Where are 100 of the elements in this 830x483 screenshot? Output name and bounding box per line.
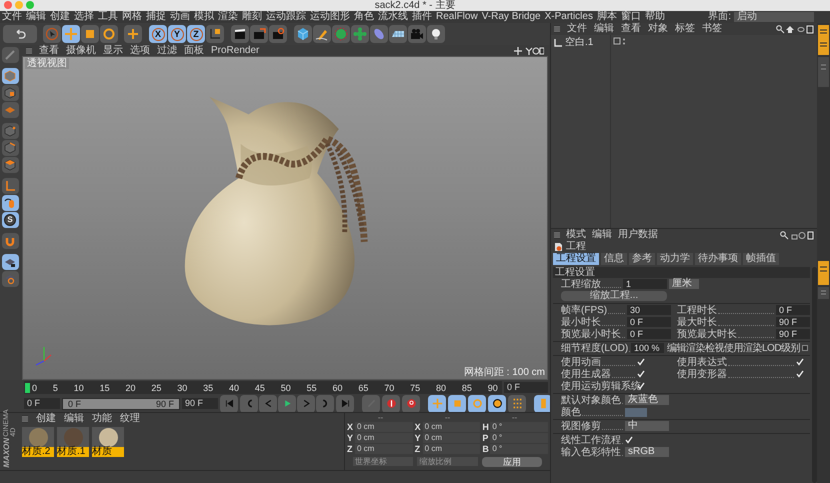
range-start-label: 0 F xyxy=(68,398,82,408)
coordinate-field[interactable]: 0 cm xyxy=(355,444,413,454)
timeline-tick-label: 75 xyxy=(410,382,420,392)
menu-item[interactable]: 模拟 xyxy=(194,11,214,23)
dropdown[interactable]: 中 xyxy=(625,421,669,431)
attribute-tab[interactable]: 动力学 xyxy=(657,253,693,265)
timeline-ruler[interactable]: 0 5 10 15 20 25 30 35 40 45 50 55 60 65 70 75 80 85 90 xyxy=(24,381,502,394)
attribute-tab[interactable]: 信息 xyxy=(601,253,627,265)
axis-label: Z xyxy=(347,444,354,454)
menu-item[interactable]: 文件 xyxy=(2,11,22,23)
dropdown[interactable]: 灰蓝色 xyxy=(625,395,669,405)
material-swatch[interactable]: 材质.1 xyxy=(57,427,89,457)
field-label: 视图修剪 xyxy=(561,420,601,432)
viewport-menu-item[interactable]: 显示 xyxy=(103,45,123,56)
field-label: 使用运动剪辑系统 xyxy=(561,380,641,392)
start-frame-field[interactable]: 0 F xyxy=(24,398,60,409)
timeline-tick-label: 25 xyxy=(151,382,162,392)
attribute-tab[interactable]: 帧插值 xyxy=(743,253,779,265)
menu-item[interactable]: 选择 xyxy=(74,11,94,23)
attribute-menu-item[interactable]: 模式 xyxy=(566,229,586,241)
attribute-menu-item[interactable]: 用户数据 xyxy=(618,229,658,241)
object-menu-item[interactable]: 查看 xyxy=(621,23,641,35)
menu-item[interactable]: X-Particles xyxy=(544,11,593,23)
end-frame-field[interactable]: 90 F xyxy=(182,398,218,409)
viewport-menu-item[interactable]: 摄像机 xyxy=(66,45,96,56)
material-name: 材质 xyxy=(92,447,124,457)
viewport-menu-item[interactable]: 选项 xyxy=(130,45,150,56)
coordinate-field[interactable]: 0 ° xyxy=(490,422,548,432)
axis-lock-button[interactable]: Y xyxy=(168,25,186,43)
coordinate-field[interactable]: 0 cm xyxy=(422,444,480,454)
menu-item[interactable]: 网格 xyxy=(122,11,142,23)
object-menu-item[interactable]: 编辑 xyxy=(594,23,614,35)
object-menu-item[interactable]: 书签 xyxy=(702,23,722,35)
field-label: 使用生成器 xyxy=(561,368,611,380)
scale-project-button[interactable]: 缩放工程... xyxy=(561,291,667,301)
coordinate-field[interactable]: 0 ° xyxy=(490,444,548,454)
coordinate-field[interactable]: 0 cm xyxy=(355,433,413,443)
menu-item[interactable]: RealFlow xyxy=(436,11,478,23)
value-field[interactable]: 1 xyxy=(623,279,667,289)
menu-item[interactable]: 捕捉 xyxy=(146,11,166,23)
menu-item[interactable]: 创建 xyxy=(50,11,70,23)
current-frame-field[interactable]: 0 F xyxy=(504,382,548,393)
axis-label: P xyxy=(482,433,490,443)
value-field[interactable]: 90 F xyxy=(776,329,810,339)
viewport-menu-item[interactable]: 过滤 xyxy=(157,45,177,56)
menu-item[interactable]: 运动图形 xyxy=(310,11,350,23)
value-field[interactable]: 0 F xyxy=(627,329,671,339)
menu-item[interactable]: 工具 xyxy=(98,11,118,23)
material-name: 材质.1 xyxy=(57,447,89,457)
snap-button[interactable]: S xyxy=(2,212,18,228)
value-field[interactable]: 30 xyxy=(627,305,671,315)
menu-item[interactable]: 插件 xyxy=(412,11,432,23)
menu-item[interactable]: 编辑 xyxy=(26,11,46,23)
value-field[interactable]: 0 F xyxy=(776,305,810,315)
slider-fill[interactable]: 0 F 90 F xyxy=(63,398,179,408)
object-menu-item[interactable]: 标签 xyxy=(675,23,695,35)
field-label: 工程时长 xyxy=(677,304,717,316)
axis-lock-button[interactable]: X xyxy=(149,25,167,43)
menu-item[interactable]: 动画 xyxy=(170,11,190,23)
coordinate-field[interactable]: 0 cm xyxy=(355,422,413,432)
value-field[interactable]: 90 F xyxy=(776,317,810,327)
coordinate-field[interactable]: 0 cm xyxy=(422,422,480,432)
object-menu-item[interactable]: 对象 xyxy=(648,23,668,35)
coordinate-field[interactable]: 0 cm xyxy=(422,433,480,443)
attribute-menu-item[interactable]: 编辑 xyxy=(592,229,612,241)
coordinate-field[interactable]: 0 ° xyxy=(490,433,548,443)
menu-item[interactable]: 帮助 xyxy=(644,11,665,23)
object-menu-item[interactable]: 文件 xyxy=(567,23,587,35)
material-menu-item[interactable]: 创建 xyxy=(36,413,56,425)
viewport[interactable]: 透视视图 网格间距 : 100 cm xyxy=(22,56,548,380)
section-header[interactable]: 工程设置 xyxy=(553,267,810,278)
attribute-tab[interactable]: 参考 xyxy=(629,253,655,265)
material-swatch[interactable]: 材质 xyxy=(92,427,124,457)
attribute-tab[interactable]: 待办事项 xyxy=(695,253,741,265)
menu-item[interactable]: 雕刻 xyxy=(242,11,262,23)
menu-item[interactable]: 窗口 xyxy=(620,11,641,23)
attribute-tab[interactable]: 工程设置 xyxy=(553,253,599,265)
value-field[interactable]: 100 % xyxy=(631,343,664,353)
material-menu-item[interactable]: 纹理 xyxy=(120,413,140,425)
viewport-menu-item[interactable]: 面板 xyxy=(184,45,204,56)
value-field[interactable]: 0 F xyxy=(627,317,671,327)
axis-lock-button[interactable]: Z xyxy=(187,25,205,43)
material-menu-item[interactable]: 功能 xyxy=(92,413,112,425)
viewport-menu-item[interactable]: ProRender xyxy=(211,45,260,56)
object-row[interactable]: 空白.1 xyxy=(554,37,610,48)
viewport-menu-item[interactable]: 查看 xyxy=(39,45,59,56)
field-label: 使用动画 xyxy=(561,356,601,368)
apply-button[interactable]: 应用 xyxy=(482,457,542,467)
menu-item[interactable]: 脚本 xyxy=(596,11,617,23)
dropdown[interactable]: 厘米 xyxy=(669,279,699,289)
field-label: 工程缩放 xyxy=(561,278,601,290)
menu-item[interactable]: 流水线 xyxy=(378,11,408,23)
menu-item[interactable]: 运动跟踪 xyxy=(266,11,306,23)
menu-item[interactable]: 渲染 xyxy=(218,11,238,23)
menu-item[interactable]: 角色 xyxy=(354,11,374,23)
material-swatch[interactable]: 材质.2 xyxy=(22,427,54,457)
material-menu-item[interactable]: 编辑 xyxy=(64,413,84,425)
menu-item[interactable]: V-Ray Bridge xyxy=(482,11,541,23)
layout-dropdown[interactable]: 启动 xyxy=(734,12,814,22)
dropdown[interactable]: sRGB xyxy=(625,447,669,457)
